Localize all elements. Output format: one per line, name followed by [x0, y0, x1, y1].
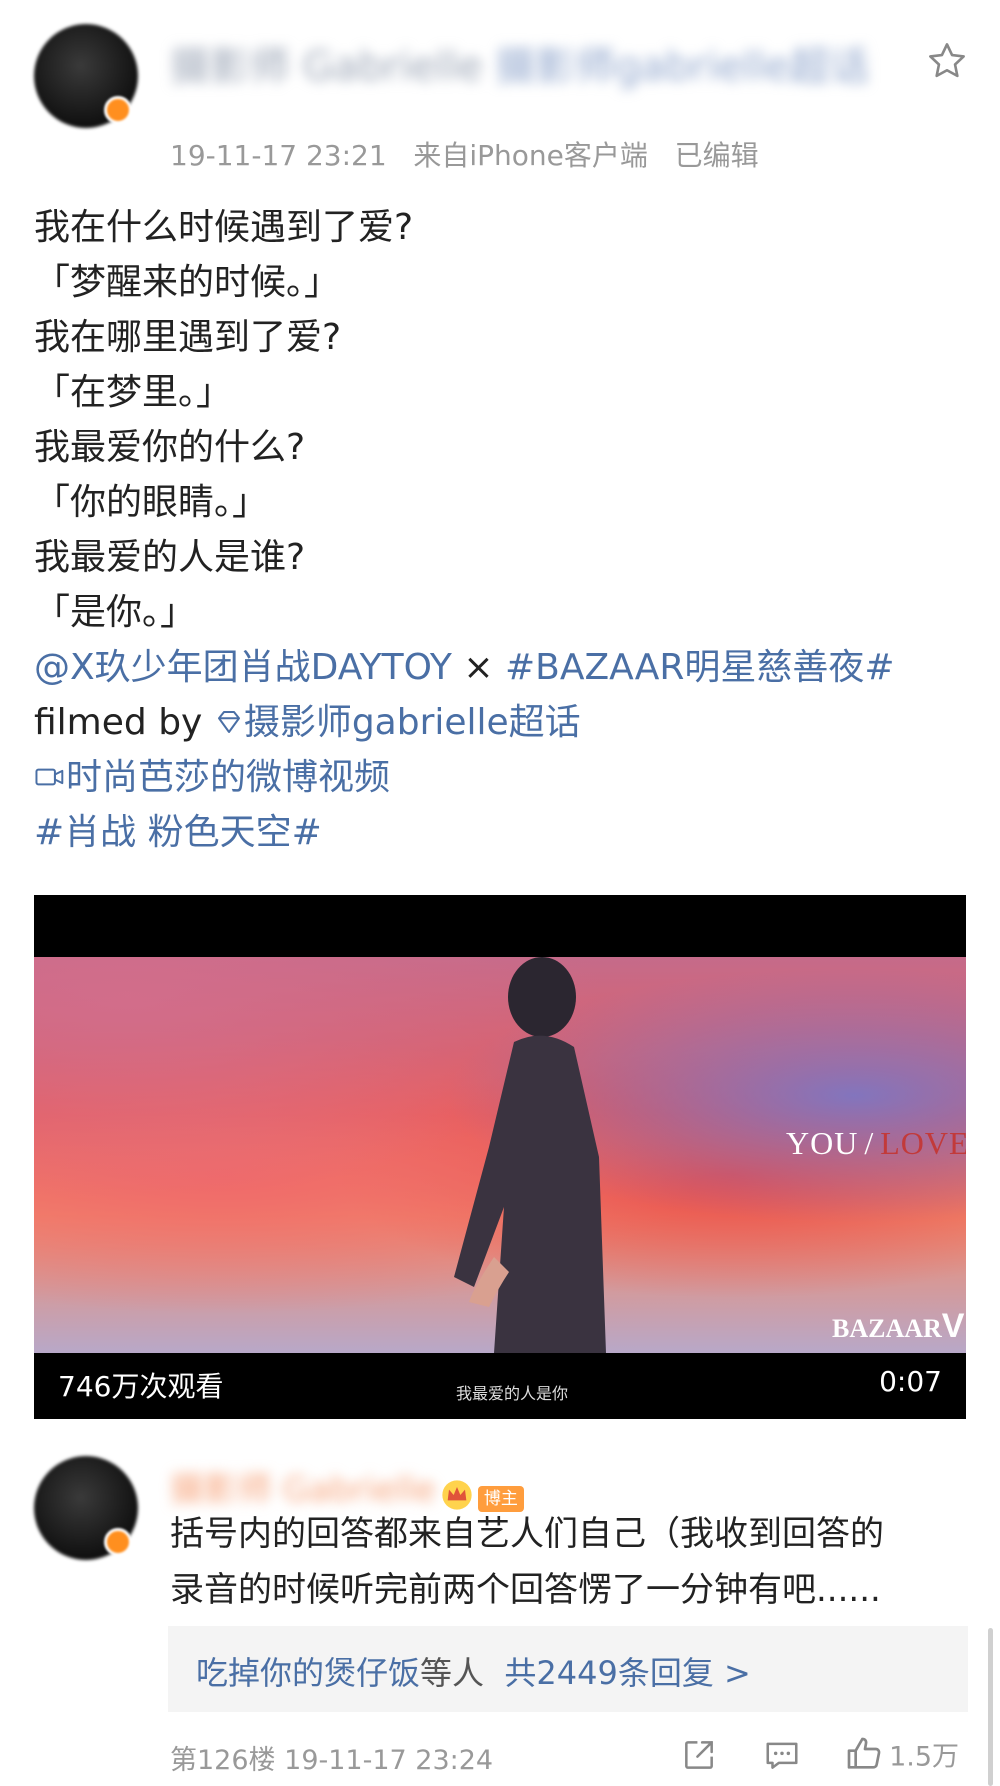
post-line: 我在哪里遇到了爱?	[34, 317, 342, 358]
reply-count-link[interactable]: 共2449条回复 >	[504, 1654, 750, 1692]
post-meta: 19-11-17 23:21 来自iPhone客户端 已编辑	[170, 134, 759, 174]
like-button[interactable]: 1.5万	[844, 1734, 959, 1774]
post-line: 「梦醒来的时候。」	[34, 262, 341, 303]
post-source[interactable]: 来自iPhone客户端	[413, 139, 648, 172]
author-name[interactable]: 摄影师 Gabrielle 摄影师gabrielle超话	[170, 34, 870, 92]
floor-number: 第126楼	[170, 1745, 276, 1776]
share-icon[interactable]	[680, 1736, 718, 1774]
post-line: 我最爱你的什么?	[34, 427, 306, 468]
overlay-you-love: YOU / LOVE	[786, 1125, 966, 1161]
commenter-name[interactable]: 摄影师 Gabrielle	[170, 1462, 436, 1511]
post-timestamp: 19-11-17 23:21	[170, 139, 387, 172]
comment-meta: 第126楼 19-11-17 23:24	[170, 1738, 493, 1777]
comment-icon[interactable]	[762, 1736, 802, 1774]
thumbs-up-icon	[847, 1737, 881, 1769]
video-subtitle: 我最爱的人是你	[456, 1386, 569, 1403]
super-topic-badge[interactable]: 摄影师gabrielle超话	[495, 44, 869, 90]
video-duration: 0:07	[879, 1365, 942, 1398]
post-body: 我在什么时候遇到了爱? 「梦醒来的时候。」 我在哪里遇到了爱? 「在梦里。」 我…	[34, 200, 966, 860]
super-topic-link[interactable]: 摄影师gabrielle超话	[214, 702, 581, 743]
video-link-line: 时尚芭莎的微博视频	[34, 750, 966, 805]
comment-timestamp: 19-11-17 23:24	[284, 1745, 494, 1776]
hashtag-event-link[interactable]: #BAZAAR明星慈善夜#	[505, 647, 895, 688]
verified-badge-icon	[104, 96, 132, 124]
favorite-star-icon[interactable]	[926, 40, 968, 82]
video-link[interactable]: 时尚芭莎的微博视频	[34, 757, 390, 798]
hashtag-topic-line: #肖战 粉色天空#	[34, 805, 966, 860]
post-line: 「在梦里。」	[34, 372, 233, 413]
scrollbar[interactable]	[988, 1628, 993, 1786]
video-camera-icon	[35, 768, 64, 786]
like-count: 1.5万	[889, 1741, 960, 1773]
post-line: 「是你。」	[34, 592, 197, 633]
edited-label[interactable]: 已编辑	[675, 139, 759, 172]
diamond-icon	[217, 711, 240, 733]
video-thumbnail: YOU / LOVE BAZAARV	[34, 957, 966, 1353]
person-silhouette	[454, 957, 606, 1353]
post-line: 我最爱的人是谁?	[34, 537, 306, 578]
hashtag-topic-link[interactable]: #肖战 粉色天空#	[34, 812, 322, 853]
post-line: 我在什么时候遇到了爱?	[34, 207, 414, 248]
post-line: 「你的眼睛。」	[34, 482, 269, 523]
replies-summary: 吃掉你的煲仔饭等人 共2449条回复 >	[196, 1654, 751, 1692]
reply-user-link[interactable]: 吃掉你的煲仔饭	[196, 1654, 420, 1692]
bazaar-watermark: BAZAARV	[832, 1307, 965, 1345]
comment-text: 括号内的回答都来自艺人们自己（我收到回答的 录音的时候听完前两个回答愣了一分钟有…	[170, 1514, 884, 1610]
times-symbol: ×	[463, 647, 494, 688]
replies-box[interactable]: 吃掉你的煲仔饭等人 共2449条回复 >	[168, 1626, 968, 1712]
mention-link[interactable]: @X玖少年团肖战DAYTOY	[34, 647, 452, 688]
commenter-verified-icon	[104, 1528, 132, 1556]
view-count: 746万次观看	[58, 1370, 224, 1403]
mention-line: @X玖少年团肖战DAYTOY × #BAZAAR明星慈善夜#	[34, 640, 966, 695]
filmed-by-line: filmed by 摄影师gabrielle超话	[34, 695, 966, 750]
filmed-by-label: filmed by	[34, 702, 203, 743]
video-player[interactable]: YOU / LOVE BAZAARV 746万次观看 我最爱的人是你 0:07	[34, 895, 966, 1419]
